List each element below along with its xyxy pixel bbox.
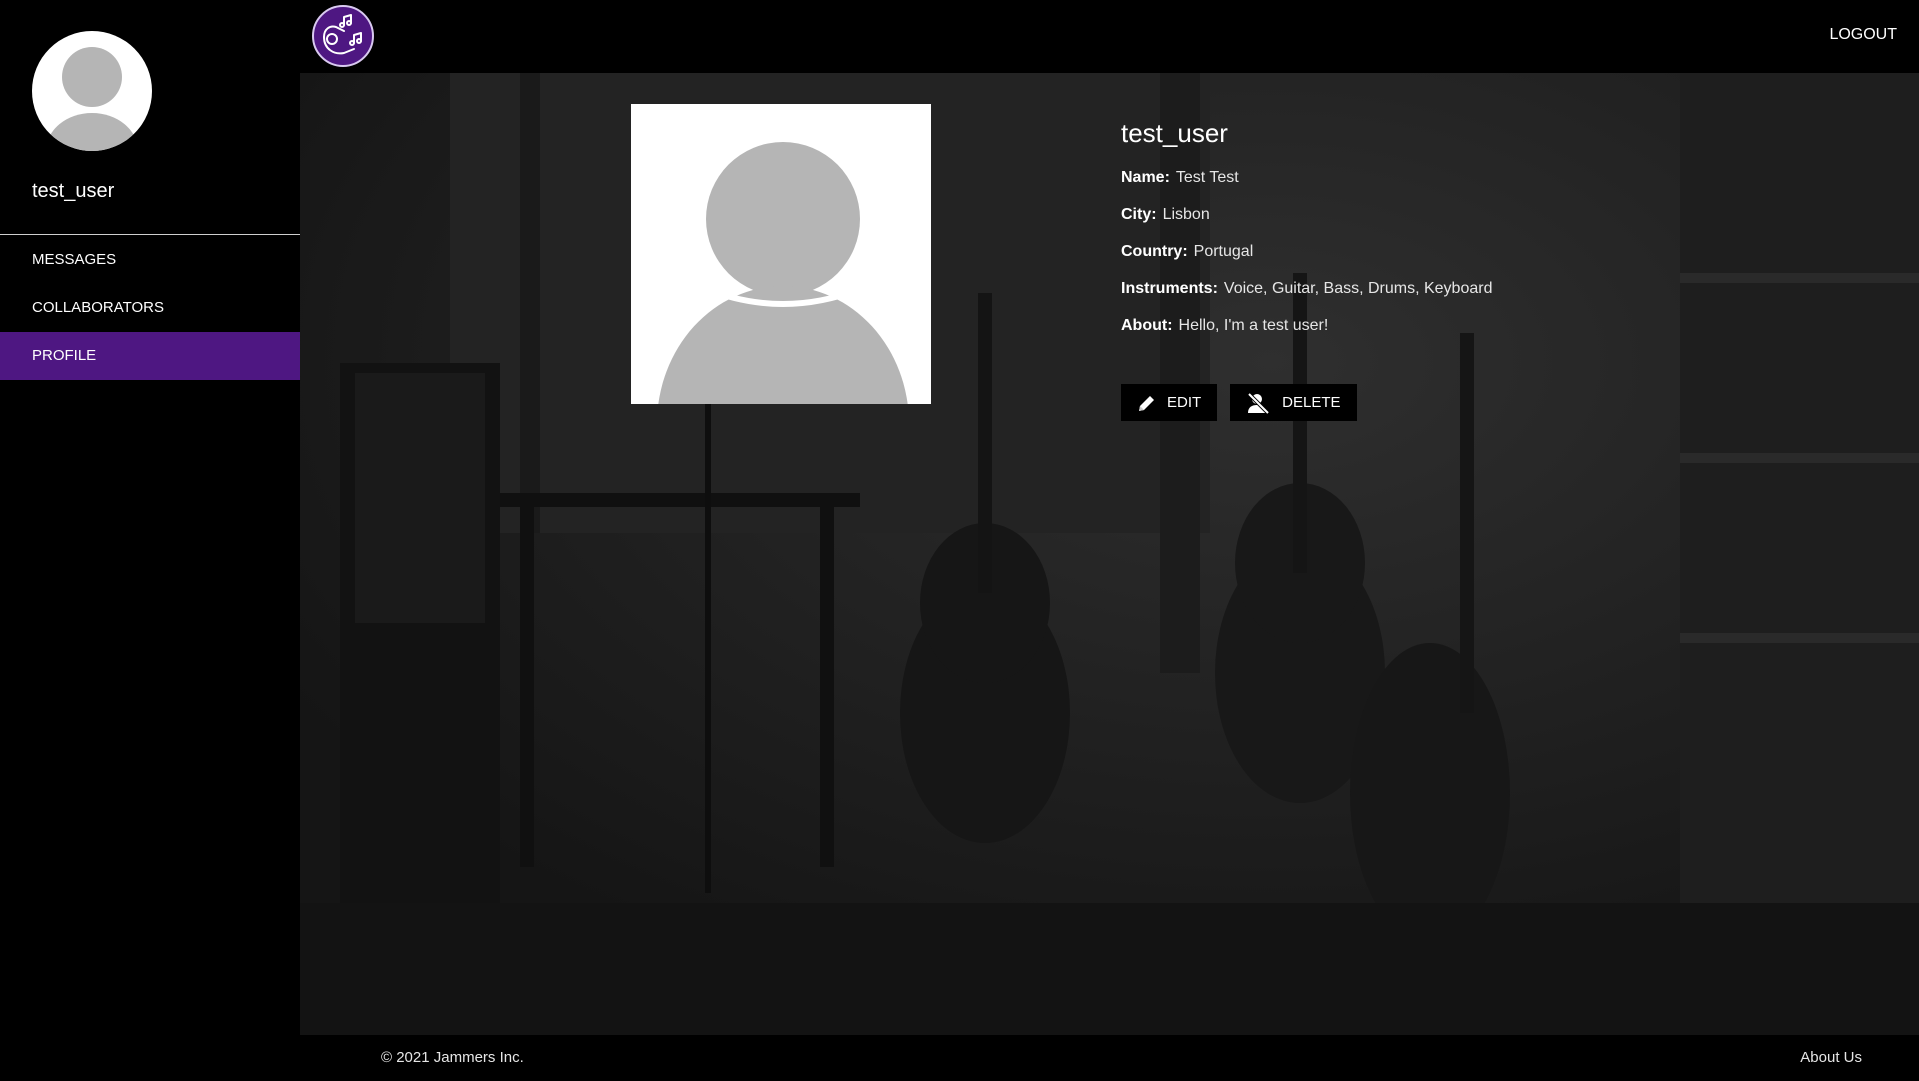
profile-actions: EDIT DELETE: [1121, 384, 1357, 421]
profile-field-about: About: Hello, I'm a test user!: [1121, 307, 1821, 344]
profile-field-city: City: Lisbon: [1121, 196, 1821, 233]
edit-button[interactable]: EDIT: [1121, 384, 1218, 421]
field-value: Test Test: [1175, 169, 1239, 186]
sidebar-item-messages[interactable]: MESSAGES: [0, 236, 300, 284]
profile-photo: [631, 104, 931, 404]
sidebar-username: test_user: [32, 180, 115, 202]
delete-button[interactable]: DELETE: [1230, 384, 1357, 421]
field-label: Instruments:: [1121, 280, 1218, 297]
field-label: About:: [1121, 317, 1173, 334]
user-silhouette-icon: [658, 142, 908, 404]
logout-link[interactable]: LOGOUT: [1829, 26, 1897, 44]
sidebar-item-profile[interactable]: PROFILE: [0, 332, 300, 380]
footer: © 2021 Jammers Inc. About Us: [300, 1035, 1919, 1081]
remove-user-icon: [1247, 392, 1270, 414]
profile-info: test_user Name: Test Test City: Lisbon Cou…: [1121, 118, 1821, 344]
sidebar-avatar: [32, 31, 152, 151]
edit-button-label: EDIT: [1167, 394, 1202, 411]
field-label: Name:: [1121, 169, 1170, 186]
app-logo[interactable]: [312, 5, 374, 67]
profile-field-instruments: Instruments: Voice, Guitar, Bass, Drums, …: [1121, 270, 1821, 307]
delete-button-label: DELETE: [1282, 394, 1341, 411]
field-label: Country:: [1121, 243, 1188, 260]
field-value: Hello, I'm a test user!: [1178, 317, 1329, 334]
field-value: Portugal: [1193, 243, 1254, 260]
sidebar-item-collaborators[interactable]: COLLABORATORS: [0, 284, 300, 332]
profile-title: test_user: [1121, 118, 1228, 148]
field-value: Lisbon: [1162, 206, 1210, 223]
top-bar: LOGOUT: [300, 0, 1919, 73]
sidebar: test_user MESSAGES COLLABORATORS PROFILE: [0, 0, 300, 1081]
sidebar-divider: [0, 234, 300, 235]
profile-main: test_user Name: Test Test City: Lisbon Cou…: [300, 73, 1919, 1035]
hand-music-notes-icon: [323, 14, 362, 55]
copyright-text: © 2021 Jammers Inc.: [381, 1049, 524, 1066]
profile-field-country: Country: Portugal: [1121, 233, 1821, 270]
field-value: Voice, Guitar, Bass, Drums, Keyboard: [1223, 280, 1493, 297]
profile-field-name: Name: Test Test: [1121, 159, 1821, 196]
user-silhouette-icon: [46, 47, 138, 151]
about-us-link[interactable]: About Us: [1800, 1049, 1862, 1066]
field-label: City:: [1121, 206, 1157, 223]
pencil-icon: [1139, 395, 1154, 411]
